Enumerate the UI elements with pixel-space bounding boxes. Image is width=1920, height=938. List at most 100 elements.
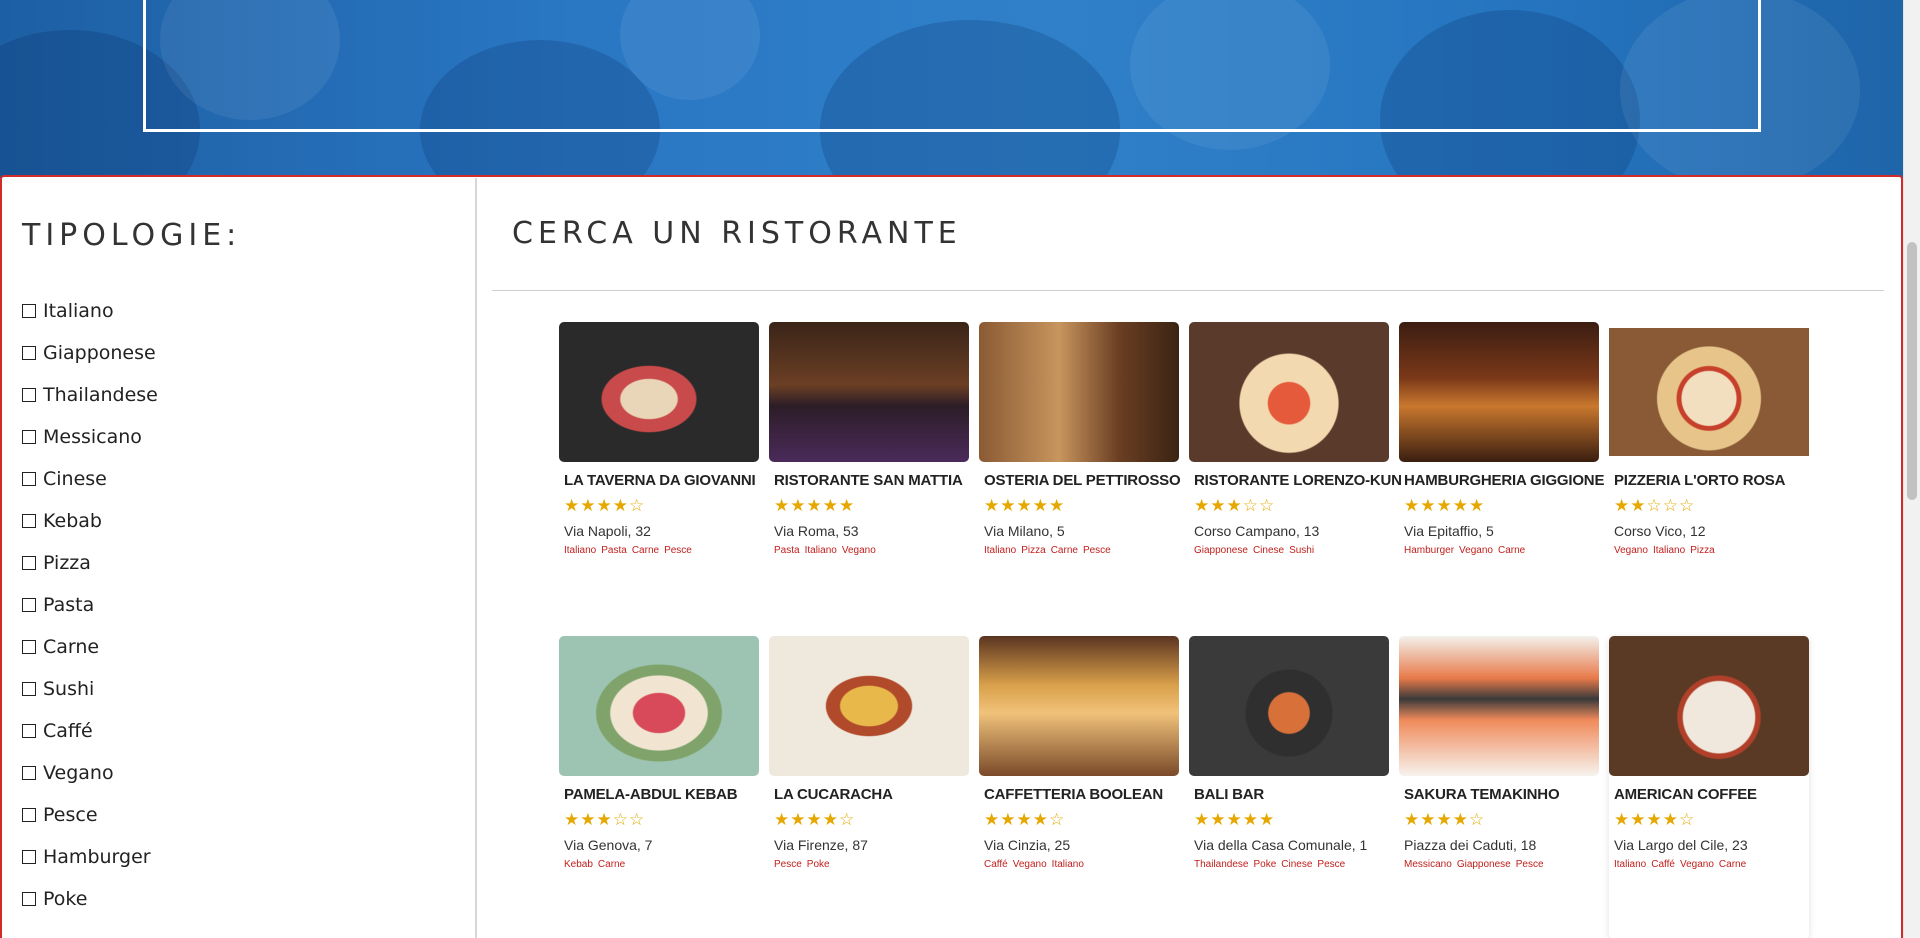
category-item[interactable]: Kebab: [22, 500, 158, 542]
category-tag[interactable]: Italiano: [1614, 859, 1646, 870]
category-tag[interactable]: Pesce: [1083, 545, 1111, 556]
category-tag[interactable]: Italiano: [984, 545, 1016, 556]
restaurant-name[interactable]: PAMELA-ABDUL KEBAB: [564, 786, 759, 803]
checkbox-icon[interactable]: [22, 682, 36, 696]
restaurant-card[interactable]: LA TAVERNA DA GIOVANNI ★ ★ ★ ★ ☆ Via Napoli, 3…: [559, 322, 759, 556]
category-tag[interactable]: Carne: [632, 545, 659, 556]
category-tag[interactable]: Vegano: [1614, 545, 1648, 556]
category-tag[interactable]: Cinese: [1253, 545, 1284, 556]
category-tag[interactable]: Pesce: [1516, 859, 1544, 870]
restaurant-name[interactable]: SAKURA TEMAKINHO: [1404, 786, 1599, 803]
restaurant-name[interactable]: OSTERIA DEL PETTIROSSO: [984, 472, 1181, 489]
category-tag[interactable]: Vegano: [1680, 859, 1714, 870]
category-item[interactable]: Sushi: [22, 668, 158, 710]
category-item[interactable]: Italiano: [22, 290, 158, 332]
restaurant-image[interactable]: [769, 636, 969, 776]
restaurant-card[interactable]: HAMBURGHERIA GIGGIONE ★ ★ ★ ★ ★ Via Epitaffio,…: [1399, 322, 1604, 556]
category-tag[interactable]: Italiano: [1052, 859, 1084, 870]
checkbox-icon[interactable]: [22, 430, 36, 444]
restaurant-name[interactable]: HAMBURGHERIA GIGGIONE: [1404, 472, 1604, 489]
category-tag[interactable]: Giapponese: [1194, 545, 1248, 556]
restaurant-image[interactable]: [1609, 636, 1809, 776]
category-item[interactable]: Giapponese: [22, 332, 158, 374]
restaurant-image[interactable]: [979, 636, 1179, 776]
restaurant-name[interactable]: RISTORANTE LORENZO-KUN: [1194, 472, 1402, 489]
restaurant-name[interactable]: RISTORANTE SAN MATTIA: [774, 472, 969, 489]
category-tag[interactable]: Vegano: [842, 545, 876, 556]
restaurant-image[interactable]: [559, 322, 759, 462]
category-item[interactable]: Thailandese: [22, 374, 158, 416]
category-tag[interactable]: Poke: [807, 859, 830, 870]
restaurant-name[interactable]: LA CUCARACHA: [774, 786, 969, 803]
restaurant-card[interactable]: BALI BAR ★ ★ ★ ★ ★ Via della Casa Comunale, 1T…: [1189, 636, 1389, 870]
category-tag[interactable]: Pesce: [774, 859, 802, 870]
restaurant-card[interactable]: CAFFETTERIA BOOLEAN ★ ★ ★ ★ ☆ Via Cinzia, 25 Ca…: [979, 636, 1179, 870]
restaurant-image[interactable]: [1399, 636, 1599, 776]
restaurant-image[interactable]: [1609, 328, 1809, 456]
category-tag[interactable]: Caffé: [1651, 859, 1675, 870]
checkbox-icon[interactable]: [22, 892, 36, 906]
restaurant-card[interactable]: RISTORANTE LORENZO-KUN ★ ★ ★ ☆ ☆ Corso Campano…: [1189, 322, 1402, 556]
category-item[interactable]: Pasta: [22, 584, 158, 626]
restaurant-name[interactable]: PIZZERIA L'ORTO ROSA: [1614, 472, 1809, 489]
checkbox-icon[interactable]: [22, 556, 36, 570]
category-tag[interactable]: Pasta: [601, 545, 627, 556]
restaurant-image[interactable]: [1189, 636, 1389, 776]
category-tag[interactable]: Pasta: [774, 545, 800, 556]
checkbox-icon[interactable]: [22, 304, 36, 318]
category-item[interactable]: Poke: [22, 878, 158, 920]
category-tag[interactable]: Thailandese: [1194, 859, 1248, 870]
restaurant-image[interactable]: [1399, 322, 1599, 462]
category-tag[interactable]: Hamburger: [1404, 545, 1454, 556]
category-tag[interactable]: Sushi: [1289, 545, 1314, 556]
category-tag[interactable]: Carne: [1051, 545, 1078, 556]
checkbox-icon[interactable]: [22, 640, 36, 654]
restaurant-card[interactable]: OSTERIA DEL PETTIROSSO ★ ★ ★ ★ ★ Via Milano, 5…: [979, 322, 1181, 556]
category-item[interactable]: Pizza: [22, 542, 158, 584]
category-item[interactable]: Caffé: [22, 710, 158, 752]
restaurant-name[interactable]: CAFFETTERIA BOOLEAN: [984, 786, 1179, 803]
category-tag[interactable]: Pesce: [1317, 859, 1345, 870]
category-tag[interactable]: Pizza: [1690, 545, 1714, 556]
category-tag[interactable]: Italiano: [805, 545, 837, 556]
checkbox-icon[interactable]: [22, 850, 36, 864]
category-tag[interactable]: Carne: [598, 859, 625, 870]
category-tag[interactable]: Caffé: [984, 859, 1008, 870]
category-tag[interactable]: Giapponese: [1457, 859, 1511, 870]
category-tag[interactable]: Carne: [1498, 545, 1525, 556]
category-item[interactable]: Hamburger: [22, 836, 158, 878]
category-tag[interactable]: Cinese: [1281, 859, 1312, 870]
restaurant-name[interactable]: LA TAVERNA DA GIOVANNI: [564, 472, 759, 489]
category-tag[interactable]: Poke: [1253, 859, 1276, 870]
restaurant-name[interactable]: BALI BAR: [1194, 786, 1389, 803]
category-tag[interactable]: Vegano: [1013, 859, 1047, 870]
restaurant-card[interactable]: PIZZERIA L'ORTO ROSA ★ ★ ☆ ☆ ☆ Corso Vico, 12 V…: [1609, 322, 1809, 556]
restaurant-card[interactable]: SAKURA TEMAKINHO ★ ★ ★ ★ ☆ Piazza dei Caduti, …: [1399, 636, 1599, 870]
checkbox-icon[interactable]: [22, 388, 36, 402]
checkbox-icon[interactable]: [22, 346, 36, 360]
category-tag[interactable]: Pesce: [664, 545, 692, 556]
category-item[interactable]: Pesce: [22, 794, 158, 836]
category-item[interactable]: Carne: [22, 626, 158, 668]
category-tag[interactable]: Kebab: [564, 859, 593, 870]
restaurant-image[interactable]: [1189, 322, 1389, 462]
restaurant-image[interactable]: [979, 322, 1179, 462]
checkbox-icon[interactable]: [22, 598, 36, 612]
category-tag[interactable]: Carne: [1719, 859, 1746, 870]
category-tag[interactable]: Italiano: [564, 545, 596, 556]
scrollbar-thumb[interactable]: [1907, 242, 1917, 500]
category-item[interactable]: Cinese: [22, 458, 158, 500]
category-item[interactable]: Messicano: [22, 416, 158, 458]
restaurant-card[interactable]: RISTORANTE SAN MATTIA ★ ★ ★ ★ ★ Via Roma, 53 Pa…: [769, 322, 969, 556]
restaurant-image[interactable]: [559, 636, 759, 776]
category-tag[interactable]: Italiano: [1653, 545, 1685, 556]
restaurant-image[interactable]: [769, 322, 969, 462]
checkbox-icon[interactable]: [22, 808, 36, 822]
category-tag[interactable]: Messicano: [1404, 859, 1452, 870]
category-item[interactable]: Vegano: [22, 752, 158, 794]
restaurant-card[interactable]: PAMELA-ABDUL KEBAB ★ ★ ★ ☆ ☆ Via Genova, 7 Keba…: [559, 636, 759, 870]
category-tag[interactable]: Vegano: [1459, 545, 1493, 556]
scrollbar[interactable]: [1903, 0, 1920, 938]
restaurant-card[interactable]: AMERICAN COFFEE ★ ★ ★ ★ ☆ Via Largo del Cile, …: [1609, 636, 1809, 938]
checkbox-icon[interactable]: [22, 724, 36, 738]
